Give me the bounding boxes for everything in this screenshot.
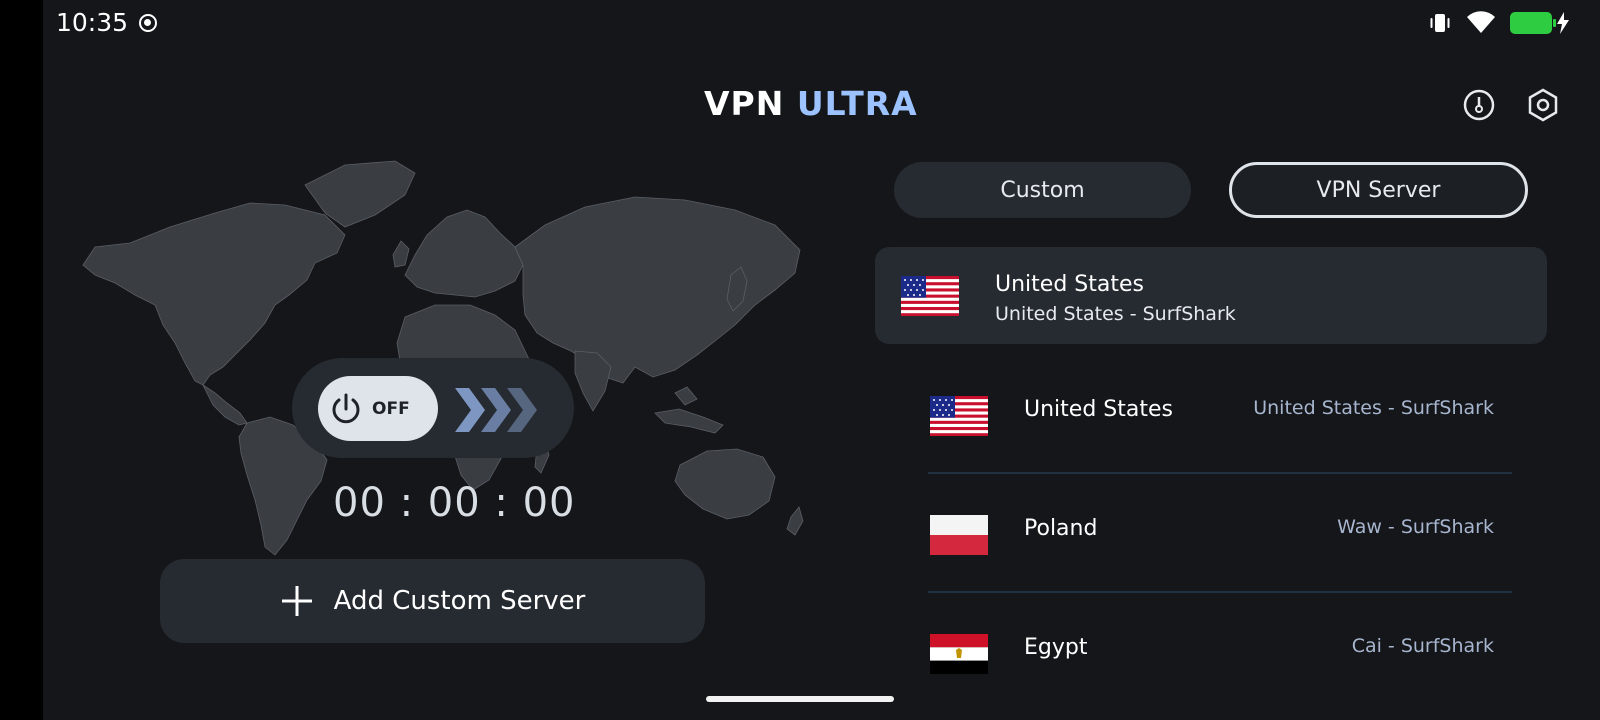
plus-icon	[281, 586, 312, 616]
swipe-chevrons-icon	[455, 388, 537, 432]
server-row-egypt[interactable]: Egypt Cai - SurfShark	[928, 591, 1512, 710]
power-state-label: OFF	[372, 398, 410, 419]
add-custom-server-label: Add Custom Server	[333, 586, 586, 616]
us-flag-icon	[930, 396, 988, 436]
server-location: United States - SurfShark	[1253, 397, 1494, 419]
battery-icon	[1510, 12, 1556, 34]
us-flag-icon	[901, 276, 959, 316]
tab-vpn-server[interactable]: VPN Server	[1229, 162, 1528, 218]
charging-bolt-icon	[1557, 12, 1569, 34]
server-country: United States	[1024, 397, 1173, 422]
poland-flag-icon	[930, 515, 988, 555]
speedometer-icon[interactable]	[1462, 88, 1496, 122]
tab-custom[interactable]: Custom	[894, 162, 1191, 218]
server-location: Cai - SurfShark	[1351, 635, 1494, 657]
power-toggle-button[interactable]: OFF	[318, 376, 438, 441]
egypt-flag-icon	[930, 634, 988, 674]
selected-server-subtitle: United States - SurfShark	[995, 303, 1236, 325]
app-title-vpn: VPN	[704, 84, 785, 123]
server-row-united-states[interactable]: United States United States - SurfShark	[928, 353, 1512, 472]
server-country: Poland	[1024, 516, 1098, 541]
connection-timer: 00 : 00 : 00	[333, 480, 576, 526]
server-location: Waw - SurfShark	[1337, 516, 1494, 538]
power-icon	[332, 393, 360, 423]
home-indicator[interactable]	[706, 696, 894, 702]
status-time: 10:35	[56, 8, 129, 37]
server-country: Egypt	[1024, 635, 1088, 660]
app-title: VPN ULTRA	[704, 84, 918, 123]
wifi-icon	[1467, 11, 1495, 33]
add-custom-server-button[interactable]: Add Custom Server	[160, 559, 705, 643]
settings-gear-icon[interactable]	[1526, 88, 1560, 122]
selected-server-card[interactable]: United States United States - SurfShark	[875, 247, 1547, 344]
selected-server-country: United States	[995, 272, 1144, 297]
vibrate-icon	[1430, 14, 1450, 32]
screen-record-icon	[139, 14, 157, 32]
server-row-poland[interactable]: Poland Waw - SurfShark	[928, 472, 1512, 591]
status-icons	[1428, 11, 1570, 35]
app-title-ultra: ULTRA	[796, 84, 918, 123]
